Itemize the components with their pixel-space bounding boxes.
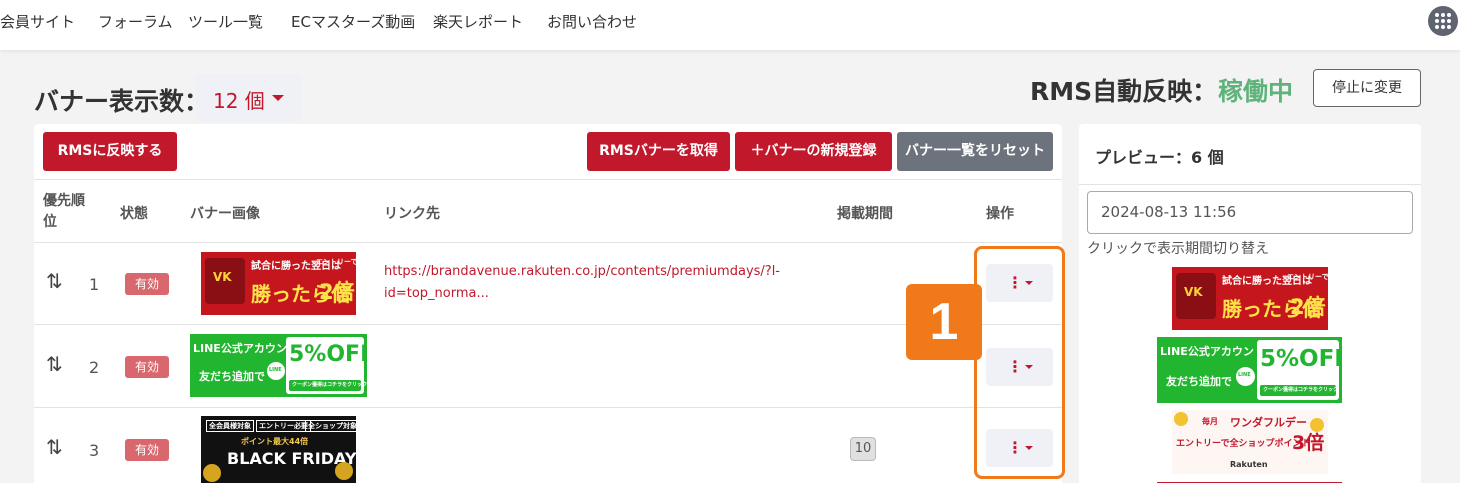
status-badge: 有効 <box>125 273 169 295</box>
row-rank: 3 <box>89 441 100 460</box>
reflect-rms-button[interactable]: RMSに反映する <box>43 132 177 171</box>
nav-member-site[interactable]: 会員サイト <box>0 11 75 32</box>
sort-arrows-icon[interactable]: ⇅ <box>46 269 63 293</box>
nav-tools[interactable]: ツール一覧 <box>188 11 263 32</box>
column-header-period: 掲載期間 <box>837 206 893 222</box>
column-header-ops: 操作 <box>986 206 1014 222</box>
banner-text: 5%OFF <box>1260 346 1342 372</box>
highlight-box <box>974 246 1065 479</box>
priority-header-line2: 位 <box>43 214 57 230</box>
step-number-marker: 1 <box>906 284 982 360</box>
banner-text: 2倍 <box>1290 295 1326 319</box>
rakuten-logo: Rakuten <box>1230 460 1268 469</box>
preview-hint: クリックで表示期間切り替え <box>1087 241 1269 257</box>
banner-text: 毎月 <box>1202 417 1218 426</box>
banner-text: エントリー必要 <box>256 420 311 432</box>
nav-ec-masters-video[interactable]: ECマスターズ動画 <box>291 11 415 32</box>
rms-auto-label: RMS自動反映： <box>1030 77 1218 106</box>
banner-text: 全会員様対象 <box>206 420 254 432</box>
banner-text: LINE公式アカウント <box>1160 345 1265 358</box>
top-navigation: 会員サイト フォーラム ツール一覧 ECマスターズ動画 楽天レポート お問い合わ… <box>0 0 1460 50</box>
banner-text: エントリーでポイント <box>1287 273 1328 281</box>
banner-text: LINE公式アカウント <box>193 342 298 355</box>
preview-title: プレビュー：6 個 <box>1095 148 1224 167</box>
banner-count-select[interactable]: 12 個 <box>196 74 302 122</box>
banner-count-label: バナー表示数： <box>34 87 210 116</box>
preview-banner-image[interactable]: 毎月 ワンダフルデー エントリーで全ショップポイント 3倍 Rakuten <box>1172 410 1328 474</box>
status-badge: 有効 <box>125 439 169 461</box>
nav-rakuten-report[interactable]: 楽天レポート <box>433 11 523 32</box>
preview-date-input[interactable]: 2024-08-13 11:56 <box>1087 191 1413 234</box>
grid-apps-icon[interactable] <box>1428 6 1458 36</box>
preview-banner-image[interactable]: VK 試合に勝った翌日は 勝ったら倍 エントリーでポイント 2倍 <box>1172 267 1328 330</box>
banner-text: 友だち追加で <box>1166 375 1232 388</box>
banner-text: エントリーでポイント <box>316 258 356 266</box>
banner-count-value: 12 個 <box>213 89 265 113</box>
rms-status-text: 稼働中 <box>1218 77 1294 106</box>
banner-text: 友だち追加で <box>199 370 265 383</box>
period-badge: 10 <box>850 437 876 461</box>
column-header-link: リンク先 <box>384 206 440 222</box>
get-rms-banner-button[interactable]: RMSバナーを取得 <box>587 132 730 171</box>
banner-text: クーポン獲得はコチラをクリック <box>292 382 367 388</box>
banner-image: 全会員様対象 エントリー必要 全ショップ対象 ポイント最大44倍 BLACK F… <box>201 416 356 483</box>
banner-text: 3倍 <box>1292 432 1325 454</box>
reset-list-button[interactable]: バナー一覧をリセット <box>897 132 1053 171</box>
stop-button[interactable]: 停止に変更 <box>1313 69 1421 107</box>
nav-contact[interactable]: お問い合わせ <box>547 11 637 32</box>
nav-forum[interactable]: フォーラム <box>98 11 173 32</box>
banner-text: 5%OFF <box>289 342 367 367</box>
column-header-priority: 優先順 位 <box>43 191 93 233</box>
banner-image: LINE公式アカウント 友だち追加で LINE 5%OFF クーポン獲得はコチラ… <box>190 334 367 397</box>
line-logo: LINE <box>1238 372 1251 378</box>
banner-text: クーポン獲得はコチラをクリック <box>1263 387 1339 393</box>
row-rank: 1 <box>89 275 100 294</box>
toolbar-divider <box>34 179 1062 180</box>
sort-arrows-icon[interactable]: ⇅ <box>46 435 63 459</box>
priority-header-line1: 優先順 <box>43 193 85 209</box>
banner-text: ポイント最大44倍 <box>241 437 309 446</box>
status-badge: 有効 <box>125 356 169 378</box>
banner-text: エントリーで全ショップポイント <box>1176 439 1311 449</box>
caret-down-icon <box>272 95 284 101</box>
new-banner-button[interactable]: ＋バナーの新規登録 <box>735 132 892 171</box>
preview-divider <box>1079 184 1421 185</box>
banner-image: VK 試合に勝った翌日は 勝ったら倍 エントリーでポイント 2倍 <box>201 252 356 315</box>
line-logo: LINE <box>269 367 282 373</box>
banner-text: 全ショップ対象 <box>305 420 356 432</box>
banner-link[interactable]: https://brandavenue.rakuten.co.jp/conten… <box>384 261 804 305</box>
preview-banner-image[interactable]: LINE公式アカウント 友だち追加で LINE 5%OFF クーポン獲得はコチラ… <box>1157 337 1342 403</box>
sort-arrows-icon[interactable]: ⇅ <box>46 352 63 376</box>
row-rank: 2 <box>89 358 100 377</box>
banner-text: 2倍 <box>319 280 355 304</box>
preview-card: プレビュー：6 個 2024-08-13 11:56 クリックで表示期間切り替え… <box>1079 124 1421 483</box>
column-header-status: 状態 <box>120 206 148 222</box>
column-header-image: バナー画像 <box>190 206 260 222</box>
table-row: ⇅ 3 有効 全会員様対象 エントリー必要 全ショップ対象 ポイント最大44倍 … <box>34 409 1062 483</box>
